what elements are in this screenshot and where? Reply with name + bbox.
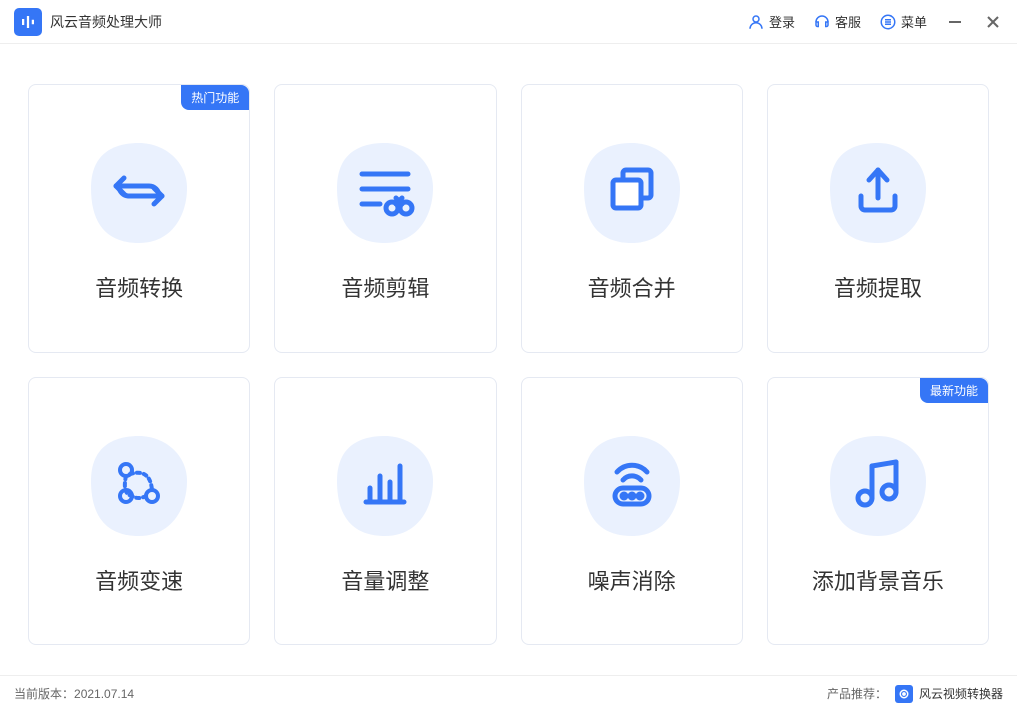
card-label: 音频变速 — [95, 564, 183, 596]
card-audio-extract[interactable]: 音频提取 — [767, 84, 989, 353]
speed-icon — [104, 448, 174, 523]
recommend-product-link[interactable]: 风云视频转换器 — [895, 685, 1003, 703]
card-add-bgm[interactable]: 最新功能 添加背景音乐 — [767, 377, 989, 646]
card-label: 音量调整 — [341, 564, 429, 596]
noise-icon — [597, 448, 667, 523]
edit-icon — [350, 156, 420, 231]
card-audio-speed[interactable]: 音频变速 — [28, 377, 250, 646]
app-title: 风云音频处理大师 — [50, 12, 162, 32]
convert-icon — [104, 156, 174, 231]
recommend-product-name: 风云视频转换器 — [919, 685, 1003, 702]
menu-label: 菜单 — [901, 12, 927, 31]
support-button[interactable]: 客服 — [813, 12, 861, 31]
card-audio-convert[interactable]: 热门功能 音频转换 — [28, 84, 250, 353]
music-icon — [843, 448, 913, 523]
titlebar: 风云音频处理大师 登录 客服 菜单 — [0, 0, 1017, 44]
main-content: 热门功能 音频转换 — [0, 44, 1017, 675]
version-label: 当前版本： — [14, 685, 74, 702]
recommend-icon — [895, 685, 913, 703]
extract-icon — [843, 156, 913, 231]
hot-badge: 热门功能 — [181, 85, 249, 110]
card-audio-edit[interactable]: 音频剪辑 — [274, 84, 496, 353]
login-label: 登录 — [769, 12, 795, 31]
card-label: 音频合并 — [588, 271, 676, 303]
recommend-label: 产品推荐： — [827, 685, 887, 702]
card-audio-merge[interactable]: 音频合并 — [521, 84, 743, 353]
app-logo-icon — [14, 8, 42, 36]
menu-button[interactable]: 菜单 — [879, 12, 927, 31]
card-volume-adjust[interactable]: 音量调整 — [274, 377, 496, 646]
merge-icon — [597, 156, 667, 231]
statusbar: 当前版本： 2021.07.14 产品推荐： 风云视频转换器 — [0, 675, 1017, 711]
login-button[interactable]: 登录 — [747, 12, 795, 31]
version-value: 2021.07.14 — [74, 687, 134, 701]
volume-icon — [350, 448, 420, 523]
card-label: 音频转换 — [95, 271, 183, 303]
minimize-button[interactable] — [945, 12, 965, 32]
card-label: 添加背景音乐 — [812, 564, 944, 596]
new-badge: 最新功能 — [920, 378, 988, 403]
card-label: 噪声消除 — [588, 564, 676, 596]
card-label: 音频剪辑 — [341, 271, 429, 303]
support-label: 客服 — [835, 12, 861, 31]
card-label: 音频提取 — [834, 271, 922, 303]
close-button[interactable] — [983, 12, 1003, 32]
card-noise-remove[interactable]: 噪声消除 — [521, 377, 743, 646]
